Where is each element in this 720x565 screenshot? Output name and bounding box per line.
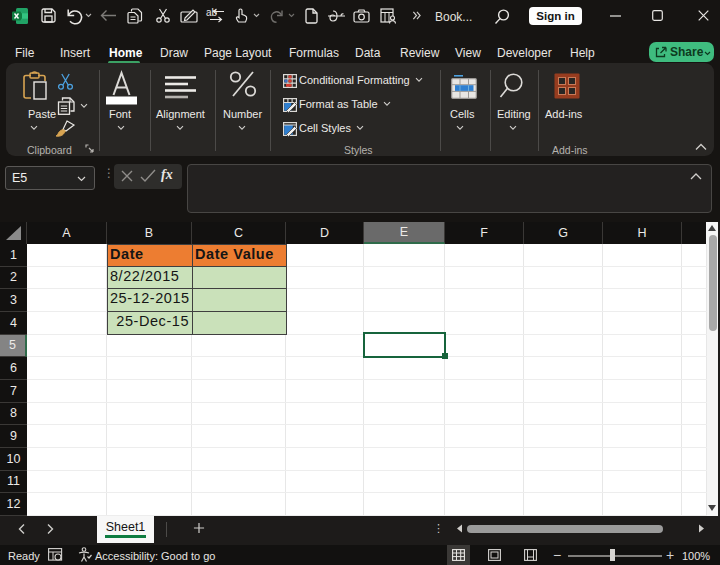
svg-text:ab: ab	[206, 7, 218, 18]
